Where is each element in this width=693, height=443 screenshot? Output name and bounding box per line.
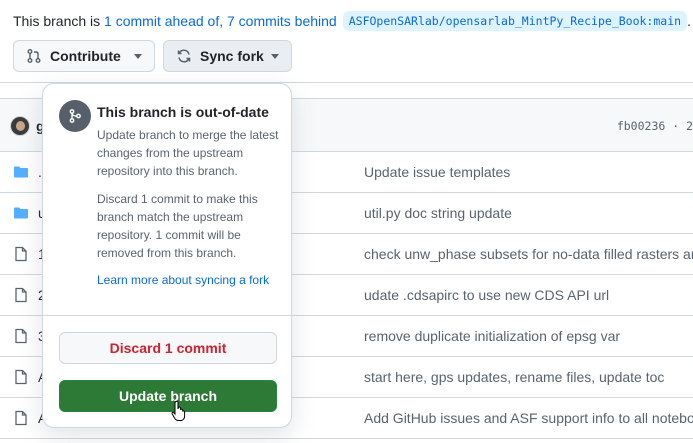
folder-icon [13,164,29,180]
row-commit-message[interactable]: udate .cdsapirc to use new CDS API url [364,287,609,303]
sync-fork-button[interactable]: Sync fork [163,40,292,72]
row-commit-message[interactable]: Add GitHub issues and ASF support info t… [364,410,693,426]
avatar[interactable] [10,116,30,136]
git-merge-icon [59,100,91,132]
banner-suffix: . [687,12,691,29]
contribute-label: Contribute [50,48,121,64]
banner-prefix: This branch is [13,12,101,29]
popover-discard-description: Discard 1 commit to make this branch mat… [97,192,258,260]
behind-link[interactable]: 7 commits behind [227,13,337,29]
discard-commit-button[interactable]: Discard 1 commit [59,332,277,364]
sync-icon [176,48,192,64]
hand-pointer-cursor-icon [171,400,187,422]
file-icon [13,410,29,426]
fork-status-banner: This branch is 1 commit ahead of, 7 comm… [0,0,693,41]
ahead-link[interactable]: 1 commit ahead of, [104,13,223,29]
folder-icon [13,205,29,221]
sync-fork-popover: This branch is out-of-date Update branch… [42,83,292,428]
row-commit-message[interactable]: start here, gps updates, rename files, u… [364,369,664,385]
popover-title: This branch is out-of-date [97,104,269,120]
row-commit-message[interactable]: util.py doc string update [364,205,512,221]
contribute-button[interactable]: Contribute [13,40,155,72]
update-branch-button[interactable]: Update branch [59,380,277,412]
sync-fork-label: Sync fork [200,48,264,64]
row-commit-message[interactable]: remove duplicate initialization of epsg … [364,328,620,344]
file-icon [13,328,29,344]
file-icon [13,287,29,303]
commit-hash[interactable]: fb00236 · 2 [617,119,693,133]
upstream-branch-label[interactable]: ASFOpenSARlab/opensarlab_MintPy_Recipe_B… [342,10,688,31]
learn-more-link[interactable]: Learn more about syncing a fork [97,273,269,287]
popover-divider [43,315,291,316]
chevron-down-icon [134,53,142,59]
chevron-down-icon [271,53,279,59]
row-commit-message[interactable]: Update issue templates [364,164,510,180]
git-pull-request-icon [26,48,42,64]
file-icon [13,246,29,262]
file-icon [13,369,29,385]
row-commit-message[interactable]: check unw_phase subsets for no-data fill… [364,246,693,262]
popover-update-description: Update branch to merge the latest change… [97,128,279,178]
